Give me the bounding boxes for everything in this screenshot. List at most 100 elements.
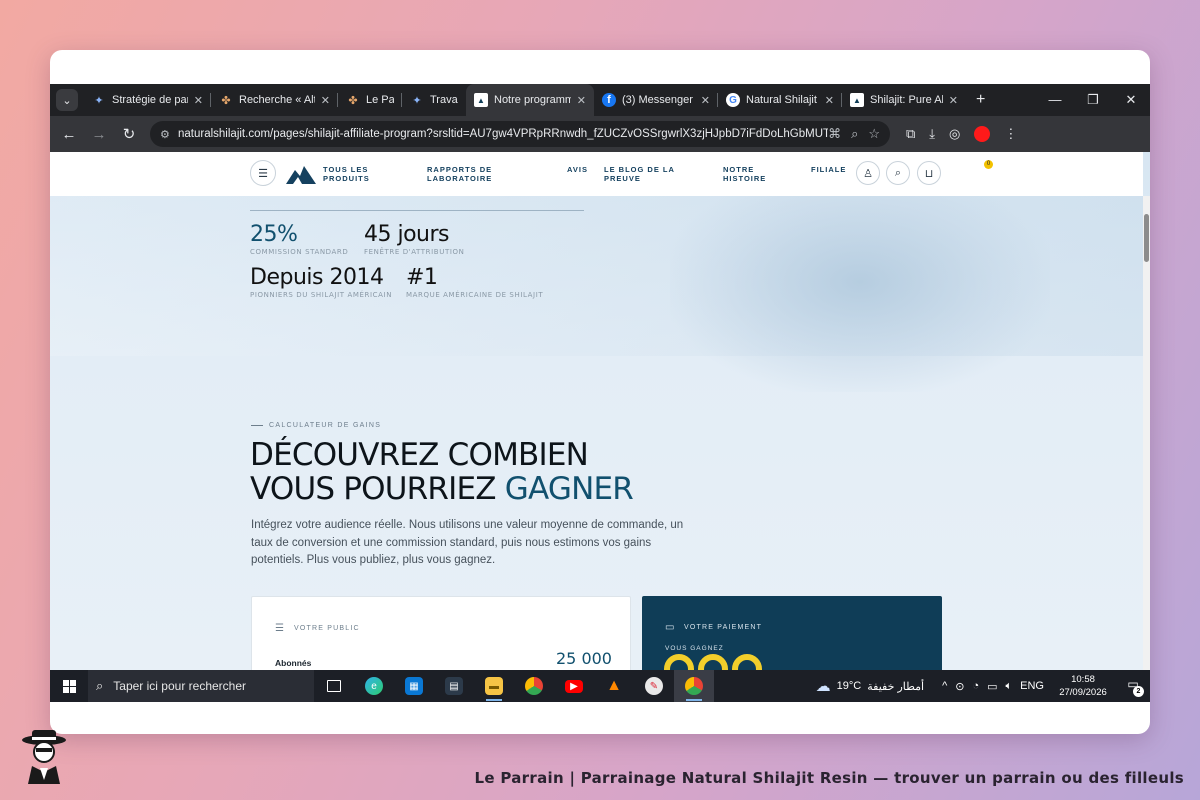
- site-logo[interactable]: [286, 164, 316, 184]
- background-glow: [670, 172, 1050, 392]
- section-headline: DÉCOUVREZ COMBIEN VOUS POURRIEZ GAGNER: [250, 437, 634, 507]
- start-button[interactable]: [50, 679, 88, 693]
- browser-tab[interactable]: f (3) Messenger | ✕: [594, 84, 718, 116]
- google-icon: G: [726, 93, 740, 107]
- minimize-icon[interactable]: —: [1036, 92, 1074, 108]
- taskbar-search[interactable]: ⌕ Taper ici pour rechercher: [88, 670, 314, 702]
- back-arrow-icon[interactable]: ←: [54, 126, 84, 143]
- cart-count-badge: 0: [984, 160, 993, 169]
- scrollbar-thumb[interactable]: [1144, 214, 1149, 262]
- battery-icon[interactable]: ▭: [987, 680, 997, 693]
- address-bar[interactable]: ⚙ naturalshilajit.com/pages/shilajit-aff…: [150, 121, 890, 147]
- search-icon: ⌕: [96, 678, 104, 693]
- close-tab-icon[interactable]: ✕: [949, 94, 958, 107]
- stat-since: Depuis 2014 PIONNIERS DU SHILAJIT AMÉRIC…: [250, 265, 393, 299]
- forward-arrow-icon[interactable]: →: [84, 126, 114, 143]
- browser-tab[interactable]: ✦ Stratégie de par ✕: [84, 84, 211, 116]
- notification-icon[interactable]: ▭ 2: [1122, 677, 1144, 697]
- earnings-amount-partial: [664, 654, 789, 670]
- web-page: ☰ TOUS LES PRODUITS RAPPORTS DE LABORATO…: [50, 152, 1150, 670]
- earnings-label: VOUS GAGNEZ: [665, 645, 724, 652]
- network-icon[interactable]: ◔: [972, 680, 979, 692]
- nav-affiliate[interactable]: FILIALE: [811, 165, 846, 174]
- vlc-icon[interactable]: ▲: [594, 670, 634, 702]
- language-indicator[interactable]: ENG: [1020, 680, 1044, 692]
- file-explorer-icon[interactable]: ▬: [474, 670, 514, 702]
- browser-tab[interactable]: ✤ Le Parra: [338, 84, 402, 116]
- browser-tab[interactable]: ✦ Travaille: [402, 84, 466, 116]
- new-tab-button[interactable]: +: [966, 91, 995, 109]
- store-icon[interactable]: ▦: [394, 670, 434, 702]
- nav-proof-blog[interactable]: LE BLOG DE LA PREUVE: [604, 165, 684, 183]
- chrome-profile-icon[interactable]: [674, 670, 714, 702]
- profile-avatar[interactable]: [974, 126, 991, 142]
- task-view-icon[interactable]: [314, 670, 354, 702]
- section-description: Intégrez votre audience réelle. Nous uti…: [251, 519, 684, 566]
- mountain-logo-icon: ▲: [474, 93, 488, 107]
- extensions-puzzle-icon[interactable]: ⧉: [906, 126, 915, 142]
- close-tab-icon[interactable]: ✕: [194, 94, 203, 107]
- page-scrollbar[interactable]: [1143, 196, 1150, 670]
- site-logo-icon: ✤: [221, 94, 231, 107]
- browser-toolbar: ← → ↻ ⚙ naturalshilajit.com/pages/shilaj…: [50, 116, 1150, 152]
- menu-icon[interactable]: ☰: [250, 160, 276, 186]
- reload-icon[interactable]: ↻: [114, 125, 144, 143]
- close-tab-icon[interactable]: ✕: [701, 94, 710, 107]
- screenshot-frame: ⌄ ✦ Stratégie de par ✕ ✤ Recherche « Alt…: [50, 50, 1150, 734]
- stat-commission: 25% COMMISSION STANDARD: [250, 222, 349, 256]
- site-info-icon[interactable]: ⚙: [160, 128, 178, 141]
- search-icon[interactable]: ⌕: [886, 161, 910, 185]
- close-window-icon[interactable]: ✕: [1112, 92, 1150, 108]
- meet-icon[interactable]: ⊙: [955, 680, 964, 693]
- youtube-icon[interactable]: ▶: [554, 670, 594, 702]
- clock[interactable]: 10:58 27/09/2026: [1052, 673, 1114, 699]
- download-icon[interactable]: ⤓: [929, 126, 935, 142]
- close-tab-icon[interactable]: ✕: [577, 94, 586, 107]
- volume-icon[interactable]: 🔈︎: [1006, 680, 1013, 693]
- window-controls: — ❐ ✕: [1036, 92, 1150, 108]
- browser-tab[interactable]: ▲ Shilajit: Pure Alta ✕: [842, 84, 966, 116]
- browser-tab[interactable]: G Natural Shilajit P ✕: [718, 84, 842, 116]
- gemini-sparkle-icon: ✦: [412, 94, 422, 107]
- zoom-icon[interactable]: ⌕: [851, 126, 858, 142]
- godfather-mascot-icon: [22, 730, 66, 784]
- browser-tab[interactable]: ✤ Recherche « Alta ✕: [211, 84, 338, 116]
- weather-widget[interactable]: ☁ 19°C أمطار خفيفة: [816, 677, 924, 695]
- performance-icon[interactable]: ◎: [949, 126, 960, 142]
- sliders-icon: ☰: [275, 623, 286, 634]
- mountain-logo-icon: ▲: [850, 93, 864, 107]
- edge-icon[interactable]: e: [354, 670, 394, 702]
- wallet-icon: ▭: [665, 622, 676, 633]
- chevron-up-icon[interactable]: ^: [942, 680, 947, 692]
- chrome-icon[interactable]: [514, 670, 554, 702]
- windows-taskbar: ⌕ Taper ici pour rechercher e ▦ ▤ ▬ ▶ ▲ …: [50, 670, 1150, 702]
- bookmark-star-icon[interactable]: ☆: [868, 126, 880, 142]
- browser-tab-active[interactable]: ▲ Notre programm ✕: [466, 84, 594, 116]
- account-icon[interactable]: ♙: [856, 161, 880, 185]
- subscribers-label: Abonnés: [275, 658, 312, 668]
- section-eyebrow: CALCULATEUR DE GAINS: [251, 422, 381, 429]
- app-icon[interactable]: ▤: [434, 670, 474, 702]
- payout-card: ▭ VOTRE PAIEMENT VOUS GAGNEZ: [642, 596, 942, 670]
- site-logo-icon: ✤: [348, 94, 358, 107]
- subscribers-value[interactable]: 25 000: [556, 649, 612, 668]
- close-tab-icon[interactable]: ✕: [825, 94, 834, 107]
- cart-icon[interactable]: ⊔: [917, 161, 941, 185]
- nav-our-story[interactable]: NOTRE HISTOIRE: [723, 165, 773, 183]
- page-caption: Le Parrain | Parrainage Natural Shilajit…: [474, 769, 1184, 787]
- site-header: ☰ TOUS LES PRODUITS RAPPORTS DE LABORATO…: [50, 152, 1143, 196]
- audience-card: ☰ VOTRE PUBLIC Abonnés 25 000: [251, 596, 631, 670]
- nav-lab-reports[interactable]: RAPPORTS DE LABORATOIRE: [427, 165, 507, 183]
- gemini-sparkle-icon: ✦: [94, 94, 104, 107]
- restore-icon[interactable]: ❐: [1074, 92, 1112, 108]
- chrome-menu-icon[interactable]: ⋮: [1004, 126, 1017, 142]
- tab-search-button[interactable]: ⌄: [56, 89, 78, 111]
- stat-rank: #1 MARQUE AMÉRICAINE DE SHILAJIT: [406, 265, 544, 299]
- nav-all-products[interactable]: TOUS LES PRODUITS: [323, 165, 383, 183]
- paint-icon[interactable]: ✎: [634, 670, 674, 702]
- close-tab-icon[interactable]: ✕: [321, 94, 330, 107]
- browser-tab-bar: ⌄ ✦ Stratégie de par ✕ ✤ Recherche « Alt…: [50, 84, 1150, 116]
- translate-icon[interactable]: ⌘: [828, 126, 841, 142]
- stats-divider: [250, 210, 584, 211]
- nav-reviews[interactable]: AVIS: [567, 165, 588, 174]
